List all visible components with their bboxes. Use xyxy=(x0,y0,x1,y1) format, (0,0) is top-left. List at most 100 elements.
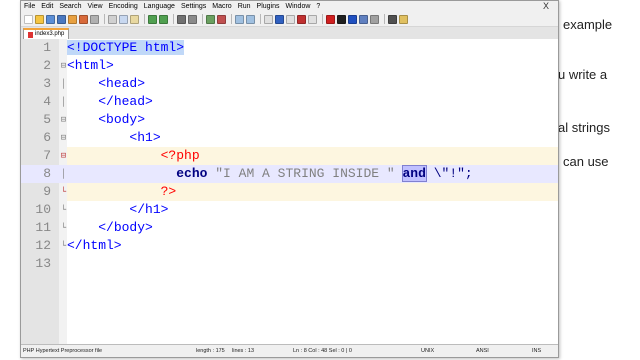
fold-minus-icon[interactable]: ⊟ xyxy=(60,57,67,75)
head-close-tag: </head> xyxy=(98,94,153,109)
menu-help[interactable]: ? xyxy=(316,3,320,10)
menu-file[interactable]: File xyxy=(24,3,35,10)
menu-plugins[interactable]: Plugins xyxy=(257,3,280,10)
code-text: </head> xyxy=(67,93,153,111)
menu-edit[interactable]: Edit xyxy=(41,3,53,10)
run-macro-multiple-icon[interactable] xyxy=(359,14,368,24)
background-text-3: al strings xyxy=(558,120,611,135)
toolbar-separator xyxy=(260,14,261,24)
line-number: 8 xyxy=(43,166,51,181)
code-line-11: 11 └ </body> xyxy=(21,219,558,237)
stop-macro-icon[interactable] xyxy=(337,14,346,24)
doc-map-icon[interactable] xyxy=(308,14,317,24)
play-macro-icon[interactable] xyxy=(348,14,357,24)
redo-icon[interactable] xyxy=(159,14,168,24)
zoom-in-icon[interactable] xyxy=(206,14,215,24)
tab-index3-php[interactable]: index3.php xyxy=(23,28,70,39)
save-icon[interactable] xyxy=(46,14,55,24)
line-number: 2 xyxy=(43,58,51,73)
head-open-tag: <head> xyxy=(98,76,146,91)
status-encoding: ANSI xyxy=(476,348,489,354)
user-language-icon[interactable] xyxy=(297,14,306,24)
echo-keyword: echo xyxy=(176,166,208,181)
close-file-icon[interactable] xyxy=(68,14,77,24)
toolbar-separator xyxy=(173,14,174,24)
string-literal: "I AM A STRING INSIDE " xyxy=(215,166,395,181)
status-eol: UNIX xyxy=(421,348,435,354)
abc-spellcheck-icon[interactable] xyxy=(388,14,397,24)
toolbar-separator xyxy=(202,14,203,24)
fold-end-icon: └ xyxy=(60,205,67,215)
save-all-icon[interactable] xyxy=(57,14,66,24)
body-close-tag: </body> xyxy=(98,220,153,235)
line-number: 12 xyxy=(35,238,51,253)
code-editor[interactable]: 1 <!DOCTYPE html> 2 ⊟ <html> 3 │ <head> … xyxy=(21,39,558,345)
fold-line-icon: │ xyxy=(60,79,67,89)
status-insert-mode: INS xyxy=(532,348,542,354)
undo-icon[interactable] xyxy=(148,14,157,24)
menu-window[interactable]: Window xyxy=(286,3,311,10)
toolbar-separator xyxy=(231,14,232,24)
code-line-8: 8 │ echo "I AM A STRING INSIDE " and \"!… xyxy=(21,165,558,183)
save-macro-icon[interactable] xyxy=(370,14,379,24)
show-all-chars-icon[interactable] xyxy=(275,14,284,24)
code-line-10: 10 └ </h1> xyxy=(21,201,558,219)
php-open-tag: <?php xyxy=(160,148,200,163)
h1-open-tag: <h1> xyxy=(129,130,161,145)
fold-minus-icon[interactable]: ⊟ xyxy=(60,129,67,147)
code-text: ?> xyxy=(67,183,177,201)
sync-vertical-icon[interactable] xyxy=(235,14,244,24)
fold-minus-icon[interactable]: ⊟ xyxy=(60,111,67,129)
menu-settings[interactable]: Settings xyxy=(181,3,206,10)
status-filetype: PHP Hypertext Preprocessor file xyxy=(23,348,103,354)
close-all-icon[interactable] xyxy=(79,14,88,24)
new-file-icon[interactable] xyxy=(24,14,33,24)
code-line-12: 12 └ </html> xyxy=(21,237,558,255)
code-line-3: 3 │ <head> xyxy=(21,75,558,93)
zoom-out-icon[interactable] xyxy=(217,14,226,24)
record-macro-icon[interactable] xyxy=(326,14,335,24)
background-text-1: example xyxy=(563,17,613,32)
word-wrap-icon[interactable] xyxy=(264,14,273,24)
replace-icon[interactable] xyxy=(188,14,197,24)
open-file-icon[interactable] xyxy=(35,14,44,24)
html-open-tag: <html> xyxy=(67,58,114,73)
print-icon[interactable] xyxy=(90,14,99,24)
code-line-13: 13 xyxy=(21,255,558,273)
fold-line-icon: │ xyxy=(60,169,67,179)
menu-view[interactable]: View xyxy=(88,3,103,10)
menu-language[interactable]: Language xyxy=(144,3,175,10)
status-bar: PHP Hypertext Preprocessor file length :… xyxy=(21,344,558,357)
code-line-2: 2 ⊟ <html> xyxy=(21,57,558,75)
code-text: </html> xyxy=(67,237,122,255)
line-number: 10 xyxy=(35,202,51,217)
cut-icon[interactable] xyxy=(108,14,117,24)
background-text-4: can use xyxy=(563,154,609,169)
background-text-2: u write a xyxy=(558,67,608,82)
code-text: echo "I AM A STRING INSIDE " and \"!"; xyxy=(67,165,473,183)
menu-encoding[interactable]: Encoding xyxy=(109,3,138,10)
code-text: <head> xyxy=(67,75,145,93)
doctype-tag: <!DOCTYPE html> xyxy=(67,40,185,55)
menu-run[interactable]: Run xyxy=(238,3,251,10)
menu-macro[interactable]: Macro xyxy=(212,3,231,10)
menu-search[interactable]: Search xyxy=(59,3,81,10)
php-close-tag: ?> xyxy=(160,184,177,199)
find-icon[interactable] xyxy=(177,14,186,24)
fold-minus-icon[interactable]: ⊟ xyxy=(60,147,67,165)
menu-bar: File Edit Search View Encoding Language … xyxy=(21,1,558,12)
notepad-window: File Edit Search View Encoding Language … xyxy=(20,0,559,358)
code-line-7: 7 ⊟ <?php xyxy=(21,147,558,165)
code-line-5: 5 ⊟ <body> xyxy=(21,111,558,129)
close-icon[interactable]: X xyxy=(543,1,549,11)
code-line-6: 6 ⊟ <h1> xyxy=(21,129,558,147)
indent-guide-icon[interactable] xyxy=(286,14,295,24)
copy-icon[interactable] xyxy=(119,14,128,24)
plugin-icon[interactable] xyxy=(399,14,408,24)
toolbar-separator xyxy=(384,14,385,24)
sync-horizontal-icon[interactable] xyxy=(246,14,255,24)
fold-line-icon: │ xyxy=(60,97,67,107)
toolbar-separator xyxy=(144,14,145,24)
paste-icon[interactable] xyxy=(130,14,139,24)
status-lines: lines : 13 xyxy=(232,348,255,354)
